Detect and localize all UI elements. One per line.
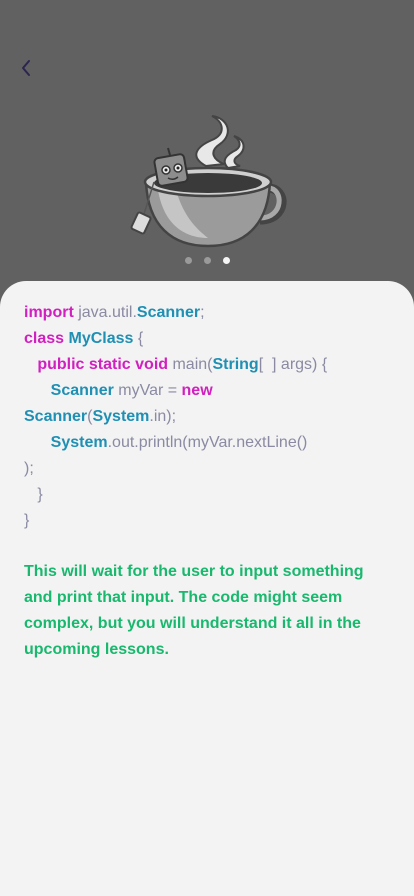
page-dot-3-active[interactable]: [222, 257, 230, 264]
code-line-9: }: [24, 512, 30, 529]
code-type: String: [212, 356, 259, 373]
coffee-cup-illustration: [130, 115, 287, 248]
code-keyword: public static void: [37, 356, 169, 373]
code-line-1: import java.util.Scanner;: [24, 300, 394, 326]
code-type: MyClass: [68, 330, 134, 347]
code-line-2: class MyClass {: [24, 326, 394, 352]
code-text: ;: [200, 304, 205, 321]
code-text: .in);: [149, 408, 177, 425]
code-type: Scanner: [50, 382, 114, 399]
page-dot-2[interactable]: [203, 257, 211, 264]
page-dot-1[interactable]: [184, 257, 192, 264]
code-line-4: Scanner myVar = new: [24, 378, 394, 404]
code-snippet: import java.util.Scanner; class MyClass …: [24, 300, 394, 534]
code-text: .out.println(myVar.nextLine(): [107, 434, 308, 451]
code-text: main(: [168, 356, 213, 373]
lesson-description: This will wait for the user to input som…: [24, 563, 364, 658]
code-text: [ ] args) {: [258, 356, 328, 373]
code-keyword: class: [24, 330, 65, 347]
code-line-6: System.out.println(myVar.nextLine(): [24, 430, 394, 456]
back-button[interactable]: [14, 56, 38, 80]
code-text: myVar =: [113, 382, 182, 399]
code-line-3: public static void main(String[ ] args) …: [24, 352, 394, 378]
code-line-7: );: [24, 460, 34, 477]
code-line-5: Scanner(System.in);: [24, 404, 394, 430]
page-indicator: [0, 257, 414, 264]
code-keyword: import: [24, 304, 74, 321]
code-text: {: [133, 330, 144, 347]
code-line-8: }: [24, 486, 43, 503]
code-type: Scanner: [24, 408, 88, 425]
code-text: java.util.: [73, 304, 137, 321]
code-keyword: new: [181, 382, 213, 399]
code-type: System: [92, 408, 150, 425]
code-type: System: [50, 434, 108, 451]
chevron-left-icon: [22, 60, 30, 76]
code-type: Scanner: [136, 304, 201, 321]
